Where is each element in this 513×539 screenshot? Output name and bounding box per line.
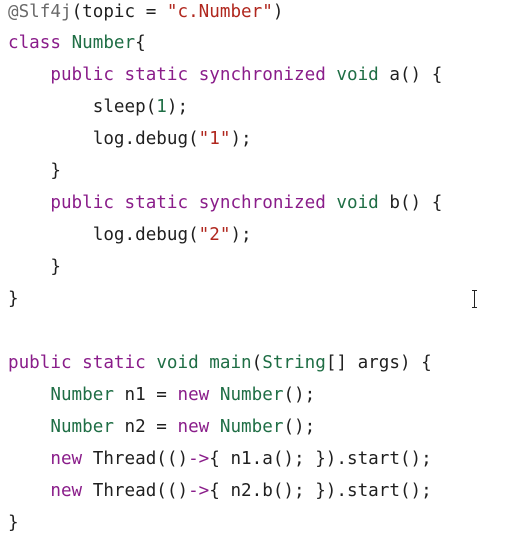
text-cursor-icon <box>471 290 479 308</box>
code-token: -> <box>188 449 210 469</box>
code-token: ); <box>230 225 252 245</box>
code-token: [] args) { <box>325 353 432 373</box>
code-token: { <box>135 33 146 53</box>
code-token: log.debug( <box>8 225 199 245</box>
code-token: n2 = <box>113 417 178 437</box>
code-token: (topic = <box>71 2 167 22</box>
code-line[interactable]: log.debug("1"); <box>8 123 252 155</box>
code-line[interactable]: sleep(1); <box>8 91 188 123</box>
code-token: (); <box>283 417 316 437</box>
code-token: Number <box>219 385 284 405</box>
code-token: ); <box>166 97 189 117</box>
code-token: } <box>8 257 61 277</box>
code-token: Thread(() <box>82 481 189 501</box>
code-line[interactable]: } <box>8 507 19 539</box>
code-token: Number <box>50 385 114 405</box>
code-line[interactable]: @Slf4j(topic = "c.Number") <box>8 0 283 28</box>
code-line[interactable]: class Number{ <box>8 27 146 59</box>
code-token: new <box>177 417 210 437</box>
code-token: 1 <box>156 97 167 117</box>
code-editor[interactable]: @Slf4j(topic = "c.Number") class Number { … <box>0 0 513 534</box>
code-token: new <box>50 449 83 469</box>
code-token: sleep( <box>8 97 157 117</box>
code-token: a() { <box>378 65 443 85</box>
code-token: ) <box>272 2 284 22</box>
code-token: Thread(() <box>82 449 189 469</box>
code-line[interactable]: } <box>8 283 19 315</box>
code-line[interactable]: Number n1 = new Number(); <box>8 379 315 411</box>
code-token: void <box>156 353 199 373</box>
code-token: String <box>262 353 326 373</box>
code-token: Number <box>50 417 114 437</box>
code-token: } <box>8 161 61 181</box>
code-line[interactable]: new Thread(()->{ n1.a(); }).start(); <box>8 443 432 475</box>
code-token: synchronized <box>198 65 326 85</box>
code-token: (); <box>283 385 316 405</box>
code-token: static <box>124 193 189 213</box>
code-token: static <box>124 65 189 85</box>
code-token: } <box>8 513 19 533</box>
code-token: { n2.b(); }).start(); <box>209 481 432 501</box>
code-token: "2" <box>198 225 231 245</box>
code-line[interactable]: new Thread(()->{ n2.b(); }).start(); <box>8 475 432 507</box>
code-token: new <box>50 481 83 501</box>
code-token: "1" <box>198 129 231 149</box>
code-token: } <box>8 289 19 309</box>
code-token: n1 = <box>113 385 178 405</box>
code-token: void <box>336 65 379 85</box>
code-line[interactable]: } <box>8 251 61 283</box>
code-token: public <box>50 65 114 85</box>
code-token: new <box>177 385 210 405</box>
code-token: ); <box>230 129 252 149</box>
code-token: main <box>209 353 252 373</box>
code-token: ( <box>251 353 263 373</box>
code-token: b() { <box>378 193 443 213</box>
code-token: void <box>336 193 379 213</box>
code-line[interactable]: log.debug("2"); <box>8 219 252 251</box>
code-token: -> <box>188 481 210 501</box>
code-token: synchronized <box>198 193 326 213</box>
code-token: log.debug( <box>8 129 199 149</box>
code-token: public <box>50 193 114 213</box>
code-token: static <box>82 353 146 373</box>
code-line[interactable]: Number n2 = new Number(); <box>8 411 315 443</box>
code-line[interactable]: } <box>8 155 61 187</box>
code-line[interactable]: public static synchronized void b() { <box>8 187 442 219</box>
code-token: Number <box>219 417 284 437</box>
code-token: @Slf4j <box>8 2 72 22</box>
code-token: class <box>8 33 61 53</box>
code-line[interactable]: public static synchronized void a() { <box>8 59 442 91</box>
code-line[interactable]: public static void main(String[] args) { <box>8 347 432 379</box>
code-token: "c.Number" <box>166 2 273 22</box>
code-token: public <box>8 353 72 373</box>
code-token: { n1.a(); }).start(); <box>209 449 432 469</box>
code-token: Number <box>71 33 136 53</box>
